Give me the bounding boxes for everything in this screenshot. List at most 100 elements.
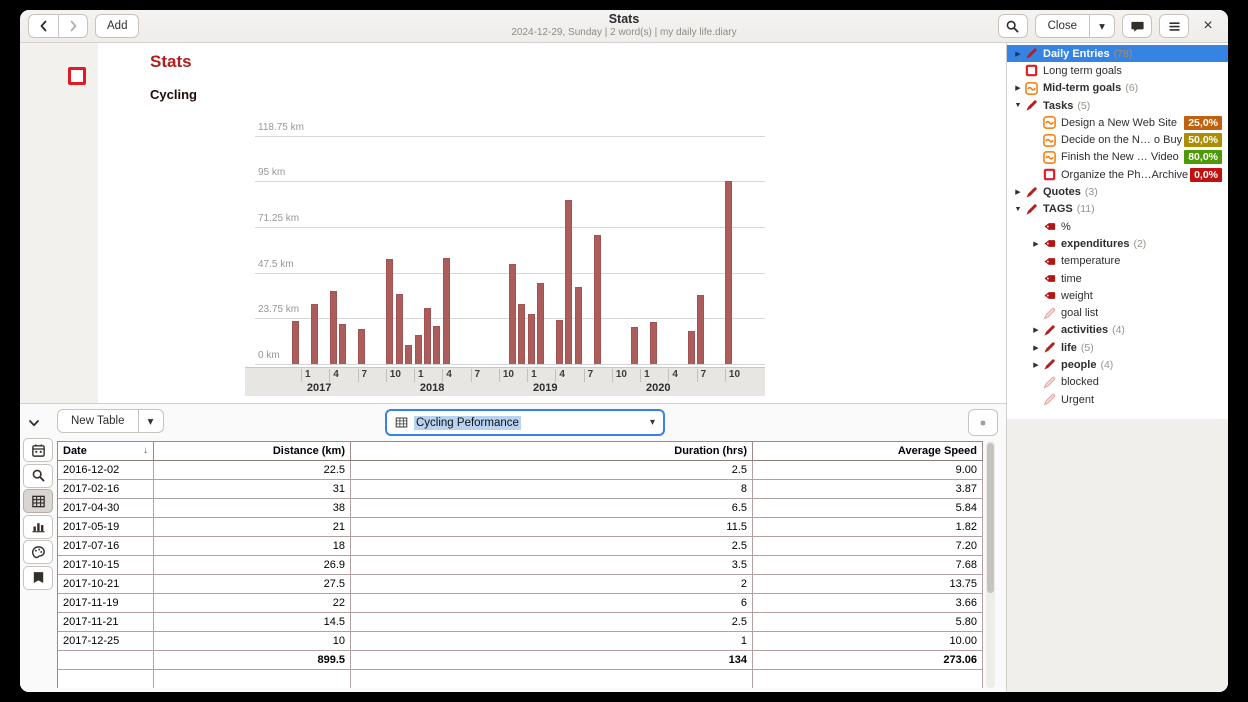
- tree-expander-collapsed-icon[interactable]: ▶: [1011, 50, 1025, 58]
- bookmark-tab-button[interactable]: [23, 566, 53, 590]
- tree-item-tags[interactable]: ▼TAGS(11): [1007, 201, 1228, 218]
- back-button[interactable]: [28, 14, 58, 38]
- selected-table-name: Cycling Peformance: [414, 416, 521, 430]
- cell-value: 899.5: [154, 651, 351, 669]
- calendar-tab-button[interactable]: [23, 438, 53, 462]
- tree-expander-collapsed-icon[interactable]: ▶: [1029, 326, 1043, 334]
- tree-item-activities[interactable]: ▶activities(4): [1007, 322, 1228, 339]
- cell-value: 31: [154, 480, 351, 498]
- goal-square-icon: [68, 67, 86, 85]
- tree-item-count: (4): [1100, 359, 1113, 371]
- window-close-button[interactable]: ×: [1196, 14, 1220, 38]
- tree-item-decide-on-the-n-o-buy[interactable]: Decide on the N… o Buy50,0%: [1007, 131, 1228, 148]
- cell-value: [753, 670, 983, 688]
- new-table-button[interactable]: New Table: [57, 409, 138, 433]
- close-entry-button[interactable]: Close: [1035, 14, 1089, 38]
- chart-bar: [405, 345, 412, 364]
- tree-item-goal-list[interactable]: goal list: [1007, 304, 1228, 321]
- tree-item-label: Decide on the N… o Buy: [1061, 134, 1182, 146]
- tree-item-mid-term-goals[interactable]: ▶Mid-term goals(6): [1007, 80, 1228, 97]
- tree-item-urgent[interactable]: Urgent: [1007, 391, 1228, 408]
- table-row[interactable]: 2017-12-2510110.00: [58, 632, 983, 651]
- tree-item-expenditures[interactable]: ▶expenditures(2): [1007, 235, 1228, 252]
- table-row[interactable]: 2017-11-2114.52.55.80: [58, 613, 983, 632]
- tree-item-life[interactable]: ▶life(5): [1007, 339, 1228, 356]
- table-row[interactable]: 2016-12-0222.52.59.00: [58, 461, 983, 480]
- pencil-light-icon: [1043, 393, 1056, 406]
- tree-item-design-a-new-web-site[interactable]: Design a New Web Site25,0%: [1007, 114, 1228, 131]
- column-header-distance-km[interactable]: Distance (km): [154, 442, 351, 460]
- draw-tab-button[interactable]: [23, 540, 53, 564]
- x-axis-month-label: 4: [672, 369, 678, 380]
- scrollbar-thumb[interactable]: [987, 443, 994, 593]
- tree-item-label: weight: [1061, 290, 1093, 302]
- x-axis-month-label: 4: [446, 369, 452, 380]
- table-row[interactable]: 2017-10-1526.93.57.68: [58, 556, 983, 575]
- tree-item-blocked[interactable]: blocked: [1007, 374, 1228, 391]
- annotation-button[interactable]: [1122, 14, 1152, 38]
- tree-item-label: Quotes: [1043, 186, 1081, 198]
- tree-item-long-term-goals[interactable]: Long term goals: [1007, 62, 1228, 79]
- collapse-panel-button[interactable]: [26, 412, 50, 434]
- table-selector-combobox[interactable]: Cycling Peformance ▾: [385, 409, 665, 436]
- close-icon: ×: [1203, 17, 1212, 35]
- table-row[interactable]: 2017-07-16182.57.20: [58, 537, 983, 556]
- chart-bar: [688, 331, 695, 364]
- tag-icon: [1043, 220, 1056, 233]
- column-header-average-speed[interactable]: Average Speed: [753, 442, 983, 460]
- cell-date: 2017-10-15: [58, 556, 154, 574]
- tree-item-daily-entries[interactable]: ▶Daily Entries(78): [1007, 45, 1228, 62]
- forward-button[interactable]: [58, 14, 88, 38]
- tree-expander-collapsed-icon[interactable]: ▶: [1029, 240, 1043, 248]
- checkbox-square-icon: [1043, 168, 1056, 181]
- table-row[interactable]: 2017-11-192263.66: [58, 594, 983, 613]
- tree-expander-collapsed-icon[interactable]: ▶: [1011, 84, 1025, 92]
- tree-expander-collapsed-icon[interactable]: ▶: [1029, 344, 1043, 352]
- chart-tab-button[interactable]: [23, 515, 53, 539]
- tree-item-tasks[interactable]: ▼Tasks(5): [1007, 97, 1228, 114]
- column-header-duration-hrs[interactable]: Duration (hrs): [351, 442, 753, 460]
- tree-expander-collapsed-icon[interactable]: ▶: [1011, 188, 1025, 196]
- table-row[interactable]: 2017-02-163183.87: [58, 480, 983, 499]
- tree-item-[interactable]: %: [1007, 218, 1228, 235]
- tree-item-finish-the-new-video[interactable]: Finish the New … Video80,0%: [1007, 149, 1228, 166]
- tree-item-time[interactable]: time: [1007, 270, 1228, 287]
- tree-expander-collapsed-icon[interactable]: ▶: [1029, 361, 1043, 369]
- tree-item-label: Long term goals: [1043, 65, 1122, 77]
- close-dropdown-button[interactable]: ▾: [1089, 14, 1115, 38]
- cell-value: 10: [154, 632, 351, 650]
- nav-buttons: [28, 14, 88, 38]
- table-row[interactable]: 2017-05-192111.51.82: [58, 518, 983, 537]
- column-header-date[interactable]: Date↓: [58, 442, 154, 460]
- table-settings-button[interactable]: [968, 409, 998, 436]
- cell-value: 22: [154, 594, 351, 612]
- tree-item-organize-the-ph-archive[interactable]: Organize the Ph…Archive0,0%: [1007, 166, 1228, 183]
- wave-icon-slot: [1043, 134, 1056, 147]
- table-row[interactable]: 2017-04-30386.55.84: [58, 499, 983, 518]
- new-table-dropdown-button[interactable]: ▾: [138, 409, 164, 433]
- tree-item-people[interactable]: ▶people(4): [1007, 356, 1228, 373]
- tree-expander-expanded-icon[interactable]: ▼: [1011, 102, 1025, 109]
- search-tab-button[interactable]: [23, 464, 53, 488]
- table-scrollbar[interactable]: [986, 441, 995, 688]
- chat-icon: [1130, 19, 1145, 34]
- table-row[interactable]: 2017-10-2127.5213.75: [58, 575, 983, 594]
- tree-item-weight[interactable]: weight: [1007, 287, 1228, 304]
- tree-expander-expanded-icon[interactable]: ▼: [1011, 206, 1025, 213]
- cell-date: 2017-07-16: [58, 537, 154, 555]
- search-button[interactable]: [998, 14, 1028, 38]
- chart-bar: [330, 291, 337, 364]
- header-title-block: Stats 2024-12-29, Sunday | 2 word(s) | m…: [414, 12, 834, 38]
- bar-chart-icon: [31, 519, 46, 534]
- tree-item-temperature[interactable]: temperature: [1007, 253, 1228, 270]
- add-button[interactable]: Add: [95, 14, 139, 38]
- tree-item-quotes[interactable]: ▶Quotes(3): [1007, 183, 1228, 200]
- tag-icon-slot: [1043, 255, 1056, 268]
- cell-value: 18: [154, 537, 351, 555]
- chart-section-title: Cycling: [150, 87, 197, 102]
- menu-button[interactable]: [1159, 14, 1189, 38]
- tag-icon-slot: [1043, 289, 1056, 302]
- x-axis-tick: [640, 369, 641, 382]
- chart-gridline: [255, 181, 765, 182]
- table-tab-button[interactable]: [23, 489, 53, 513]
